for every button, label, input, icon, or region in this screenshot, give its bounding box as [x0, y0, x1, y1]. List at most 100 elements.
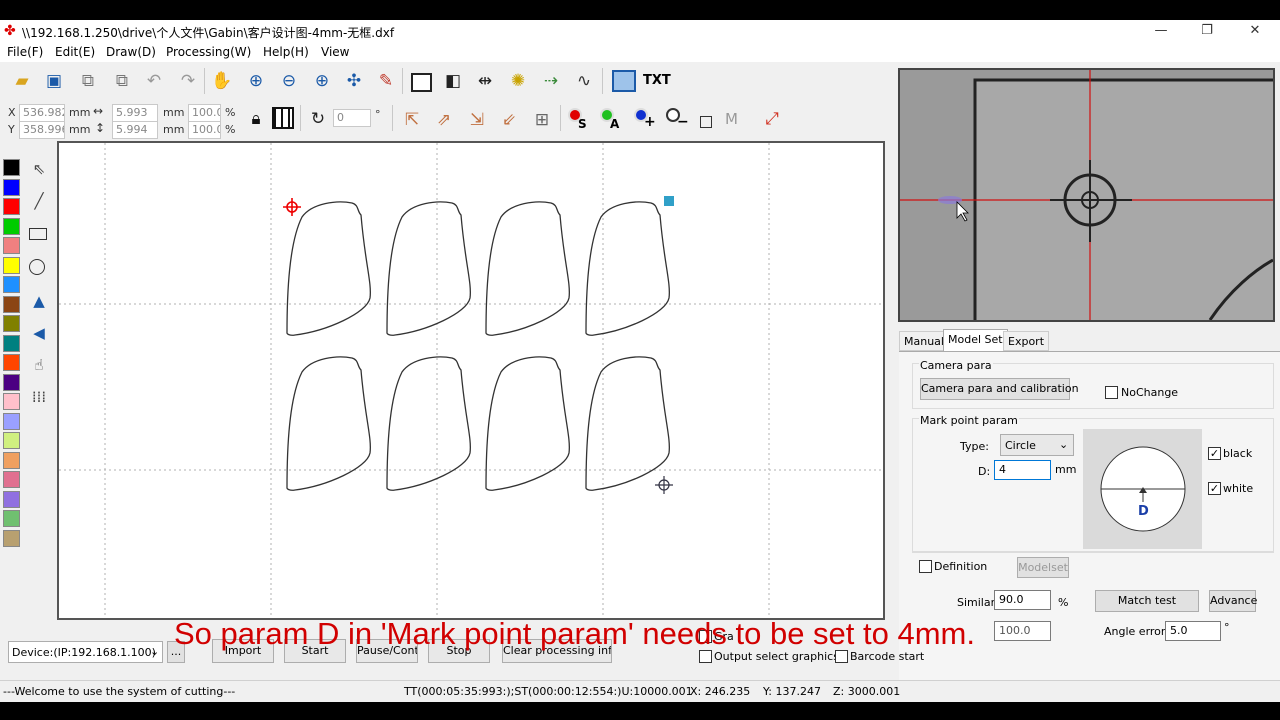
pan-hand-icon[interactable]: ✋: [208, 67, 236, 95]
menu-view[interactable]: View: [321, 45, 349, 59]
zoom-fit-icon[interactable]: ⊕: [308, 67, 336, 95]
color-swatch[interactable]: [3, 159, 20, 176]
import-icon[interactable]: ⧉: [74, 67, 102, 95]
black-checkbox[interactable]: ✓: [1208, 447, 1221, 460]
zoom-out-icon[interactable]: ⊖: [275, 67, 303, 95]
drawing-canvas[interactable]: [57, 141, 885, 620]
white-checkbox[interactable]: ✓: [1208, 482, 1221, 495]
color-swatch[interactable]: [3, 451, 20, 469]
color-swatch[interactable]: [3, 237, 20, 254]
color-swatch[interactable]: [3, 198, 20, 215]
mark-point-add-icon[interactable]: +: [632, 108, 656, 130]
partially-hidden-input[interactable]: 100.0: [994, 621, 1051, 641]
color-swatch[interactable]: [3, 256, 20, 274]
type-select[interactable]: Circle ⌄: [1000, 434, 1074, 456]
color-swatch[interactable]: [3, 217, 20, 235]
scale-height-field[interactable]: 100.0: [188, 121, 221, 139]
square-mark-icon[interactable]: [700, 116, 712, 128]
curve-icon[interactable]: ∿: [570, 67, 598, 95]
blue-mark-point-icon[interactable]: [655, 476, 673, 494]
measure-icon[interactable]: ✎: [372, 67, 400, 95]
contour-shape[interactable]: [485, 356, 571, 491]
rotation-field[interactable]: 0: [333, 109, 371, 127]
contour-shape[interactable]: [386, 201, 472, 336]
rectangle-tool-icon[interactable]: [29, 228, 47, 240]
mark-point-remove-icon[interactable]: −: [664, 108, 689, 130]
restore-button[interactable]: ❐: [1184, 20, 1230, 42]
mirror-horizontal-icon[interactable]: ◀: [26, 320, 52, 346]
contour-shape[interactable]: [286, 201, 372, 336]
light-icon[interactable]: ✺: [504, 67, 532, 95]
node-edit-icon[interactable]: ✣: [340, 67, 368, 95]
zoom-in-icon[interactable]: ⊕: [242, 67, 270, 95]
color-swatch[interactable]: [3, 490, 20, 508]
color-swatch[interactable]: [3, 529, 20, 547]
definition-checkbox[interactable]: [919, 560, 932, 573]
color-swatch[interactable]: [3, 178, 20, 196]
color-swatch[interactable]: [3, 412, 20, 430]
menu-edit[interactable]: Edit(E): [55, 45, 95, 59]
teal-marker-icon[interactable]: [664, 196, 674, 206]
align-bottom-left-icon[interactable]: ⇙: [495, 106, 523, 134]
width-field[interactable]: 5.993: [112, 104, 158, 122]
color-swatch[interactable]: [3, 315, 20, 332]
menu-file[interactable]: File(F): [7, 45, 43, 59]
angle-error-input[interactable]: 5.0: [1165, 621, 1221, 641]
camera-view[interactable]: [898, 68, 1275, 322]
align-center-icon[interactable]: ⊞: [528, 106, 556, 134]
menu-processing[interactable]: Processing(W): [166, 45, 251, 59]
nochange-checkbox[interactable]: [1105, 386, 1118, 399]
color-swatch[interactable]: [3, 276, 20, 293]
mirror-vertical-icon[interactable]: ▲: [26, 288, 52, 314]
layer-icon[interactable]: ◧: [439, 67, 467, 95]
advance-button[interactable]: Advance: [1209, 590, 1257, 612]
txt-button[interactable]: TXT: [643, 73, 671, 88]
d-input[interactable]: 4: [994, 460, 1051, 480]
color-swatch[interactable]: [3, 432, 20, 449]
path-icon[interactable]: ⇢: [537, 67, 565, 95]
color-swatch[interactable]: [3, 295, 20, 313]
align-bottom-right-icon[interactable]: ⇲: [463, 106, 491, 134]
line-tool-icon[interactable]: ╱: [26, 188, 52, 214]
color-swatch[interactable]: [3, 471, 20, 488]
color-swatch[interactable]: [3, 334, 20, 352]
menu-draw[interactable]: Draw(D): [106, 45, 156, 59]
rectangle-select-icon[interactable]: [411, 73, 432, 92]
laser-pointer-icon[interactable]: ⤢: [758, 105, 786, 133]
minimize-button[interactable]: —: [1138, 20, 1184, 42]
x-coordinate-field[interactable]: 536.982: [19, 104, 65, 122]
redo-icon[interactable]: ↷: [174, 67, 202, 95]
contour-shape[interactable]: [485, 201, 571, 336]
grid-position-icon[interactable]: [272, 107, 294, 129]
color-swatch[interactable]: [3, 510, 20, 527]
open-folder-icon[interactable]: ▰: [8, 67, 36, 95]
save-icon[interactable]: ▣: [40, 67, 68, 95]
hand-tool-icon[interactable]: ☝: [26, 352, 52, 378]
align-top-right-icon[interactable]: ⇗: [430, 106, 458, 134]
lock-ratio-icon[interactable]: 🔒︎: [242, 105, 270, 133]
camera-calibration-button[interactable]: Camera para and calibration: [920, 378, 1079, 400]
device-select[interactable]: Device:(IP:192.168.1.100) ⌄: [8, 641, 163, 663]
y-coordinate-field[interactable]: 358.996: [19, 121, 65, 139]
match-test-button[interactable]: Match test: [1095, 590, 1199, 612]
color-swatch[interactable]: [3, 373, 20, 391]
contour-shape[interactable]: [585, 356, 671, 491]
export-icon[interactable]: ⧉: [108, 67, 136, 95]
undo-icon[interactable]: ↶: [140, 67, 168, 95]
mark-point-a-icon[interactable]: A: [598, 108, 619, 131]
align-icon[interactable]: ⇹: [471, 67, 499, 95]
array-tool-icon[interactable]: ⁞⁞⁞: [26, 384, 52, 410]
mark-point-s-icon[interactable]: S: [566, 108, 587, 131]
circle-tool-icon[interactable]: [29, 259, 45, 275]
m-mark-icon[interactable]: M: [725, 110, 738, 128]
tab-export[interactable]: Export: [1003, 331, 1050, 351]
color-swatch[interactable]: [3, 393, 20, 410]
align-top-left-icon[interactable]: ⇱: [398, 106, 426, 134]
scale-width-field[interactable]: 100.0: [188, 104, 221, 122]
similar-input[interactable]: 90.0: [994, 590, 1051, 610]
close-button[interactable]: ✕: [1232, 20, 1278, 42]
contour-shape[interactable]: [585, 201, 671, 336]
red-mark-point-icon[interactable]: [283, 198, 301, 216]
modelset-button[interactable]: Modelset: [1017, 557, 1069, 578]
tab-manual[interactable]: Manual: [899, 331, 949, 351]
